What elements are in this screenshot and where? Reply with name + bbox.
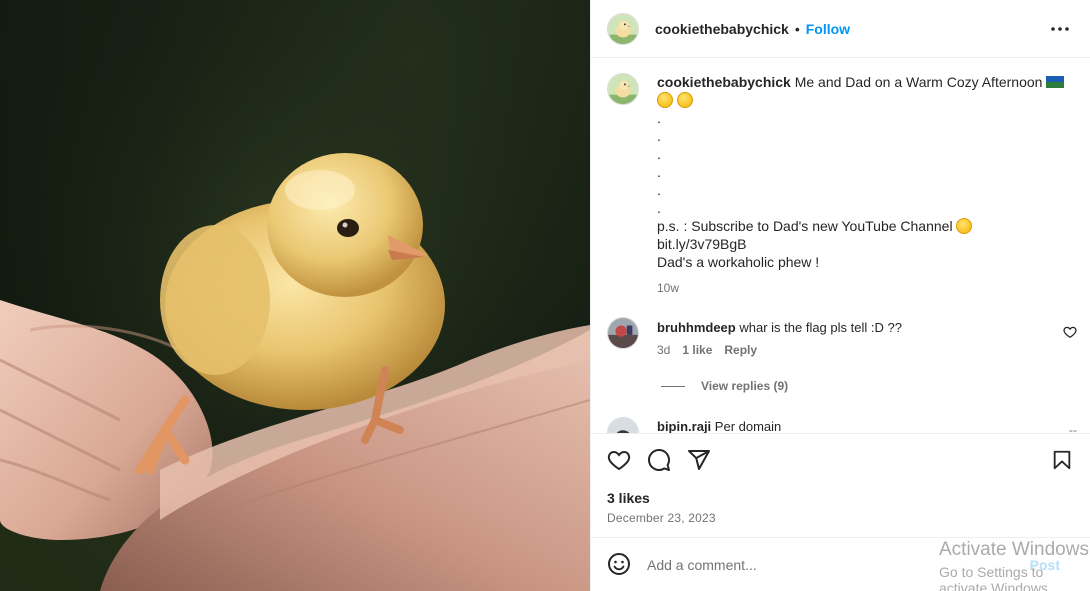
divider-line — [661, 385, 685, 387]
caption-ps: p.s. : Subscribe to Dad's new YouTube Ch… — [657, 218, 953, 234]
reply-button[interactable]: Reply — [724, 343, 757, 357]
avatar[interactable] — [607, 12, 639, 45]
sleepy-emoji-icon — [657, 92, 673, 108]
caption-last-line: Dad's a workaholic phew ! — [657, 254, 820, 270]
smiley-icon[interactable] — [607, 552, 633, 578]
post-date[interactable]: December 23, 2023 — [607, 511, 716, 525]
comment-item: bruhhmdeep whar is the flag pls tell :D … — [607, 317, 1077, 377]
comment-text: whar is the flag pls tell :D ?? — [739, 320, 902, 335]
caption-dot-4: . — [657, 164, 661, 180]
comment-body: bruhhmdeep whar is the flag pls tell :D … — [657, 319, 902, 337]
heart-icon[interactable] — [599, 442, 639, 478]
post-modal: cookiethebabychick • Follow cookiethebab… — [0, 0, 1090, 591]
comment-text: Per domain — [714, 419, 782, 433]
comment-like-heart-icon[interactable] — [1063, 325, 1077, 339]
caption-dot-1: . — [657, 110, 661, 126]
chick-avatar-icon — [608, 13, 638, 44]
post-photo[interactable] — [0, 0, 590, 591]
avatar[interactable] — [607, 73, 639, 105]
post-author-username[interactable]: cookiethebabychick — [655, 21, 789, 37]
smiling-emoji-icon — [676, 92, 693, 108]
chick-in-hands-illustration — [0, 0, 590, 591]
view-replies-button[interactable]: View replies (9) — [661, 379, 788, 393]
action-icons — [599, 442, 719, 478]
comment-input[interactable] — [647, 556, 947, 573]
add-comment-bar: Post — [591, 537, 1090, 591]
bookmark-icon[interactable] — [1048, 442, 1076, 478]
view-replies-label: View replies (9) — [701, 379, 789, 393]
flag-emoji-icon — [1046, 76, 1065, 88]
caption-dot-6: . — [657, 200, 661, 216]
post-sidebar: cookiethebabychick • Follow cookiethebab… — [590, 0, 1090, 591]
post-comment-button[interactable]: Post — [1030, 557, 1060, 573]
comment-username[interactable]: bruhhmdeep — [657, 320, 736, 335]
caption-link[interactable]: bit.ly/3v79BgB — [657, 235, 1067, 253]
comment-likes[interactable]: 1 like — [682, 343, 712, 357]
user-avatar-icon — [608, 418, 638, 433]
comments-list[interactable]: cookiethebabychick Me and Dad on a Warm … — [591, 59, 1090, 433]
comment-meta: 3d 1 like Reply — [657, 343, 757, 357]
comment-icon[interactable] — [639, 442, 679, 478]
caption-username[interactable]: cookiethebabychick — [657, 74, 791, 90]
likes-count[interactable]: 3 likes — [607, 490, 650, 506]
caption-body: cookiethebabychick Me and Dad on a Warm … — [657, 73, 1067, 297]
post-header: cookiethebabychick • Follow — [591, 0, 1090, 58]
share-icon[interactable] — [679, 442, 719, 478]
comment-body: bipin.raji Per domain — [657, 419, 781, 433]
more-options-icon[interactable] — [1048, 17, 1072, 41]
caption-dot-5: . — [657, 182, 661, 198]
user-avatar-icon — [608, 318, 638, 348]
comment-extra: -- — [1069, 423, 1077, 433]
follow-button[interactable]: Follow — [806, 21, 850, 37]
comment-username[interactable]: bipin.raji — [657, 419, 711, 433]
hugging-emoji-icon — [956, 218, 973, 234]
caption-text: Me and Dad on a Warm Cozy Afternoon — [794, 74, 1043, 90]
caption-dot-2: . — [657, 128, 661, 144]
comment-timestamp[interactable]: 3d — [657, 343, 670, 357]
separator-dot: • — [794, 20, 800, 37]
caption-timestamp[interactable]: 10w — [657, 279, 1067, 297]
comment-item: bipin.raji Per domain -- — [607, 417, 1077, 433]
post-actions: 3 likes December 23, 2023 — [591, 433, 1090, 537]
avatar[interactable] — [607, 417, 639, 433]
caption-dot-3: . — [657, 146, 661, 162]
chick-avatar-icon — [608, 74, 638, 104]
avatar[interactable] — [607, 317, 639, 349]
